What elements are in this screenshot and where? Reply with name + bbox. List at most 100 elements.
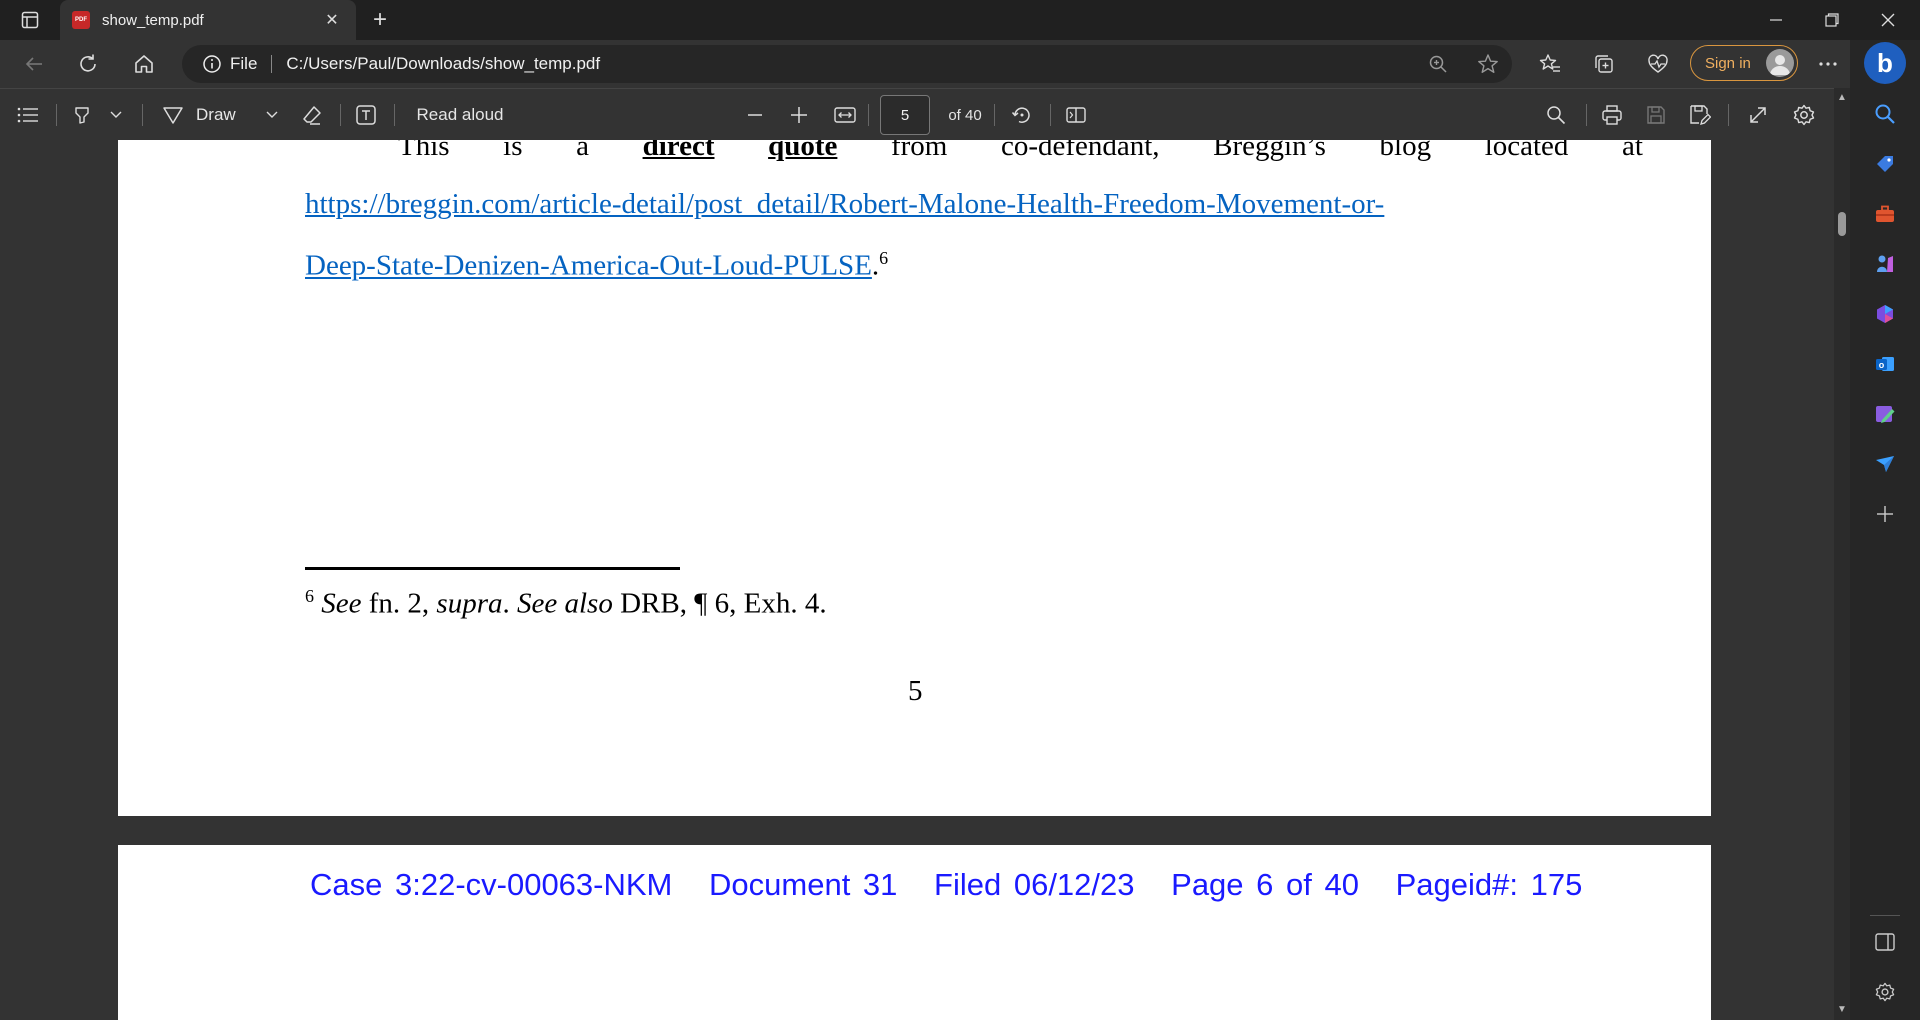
zoom-in-icon[interactable] (783, 99, 815, 131)
page-number-input[interactable]: 5 (880, 95, 930, 135)
filed-date: Filed 06/12/23 (934, 867, 1135, 902)
avatar (1766, 49, 1794, 77)
page-number: 5 (908, 675, 923, 707)
blog-link-line-1[interactable]: https://breggin.com/article-detail/post_… (305, 188, 1384, 221)
toolbar-divider (142, 104, 143, 126)
toolbar-divider (1728, 104, 1729, 126)
word: blog (1379, 140, 1432, 162)
rotate-icon[interactable] (1006, 99, 1038, 131)
zoom-out-icon[interactable] (739, 99, 771, 131)
info-icon[interactable] (202, 54, 222, 74)
settings-gear-icon[interactable] (1788, 99, 1820, 131)
page-total: of 40 (948, 106, 982, 124)
minimize-icon[interactable] (1748, 0, 1804, 40)
add-sidebar-app-icon[interactable] (1869, 498, 1901, 530)
outlook-icon[interactable]: o (1869, 348, 1901, 380)
close-window-icon[interactable] (1860, 0, 1916, 40)
footnote-see: See (321, 587, 362, 620)
sidebar-settings-icon[interactable] (1869, 976, 1901, 1008)
erase-icon[interactable] (296, 99, 328, 131)
drop-send-icon[interactable] (1869, 448, 1901, 480)
more-options-icon[interactable] (1812, 48, 1844, 80)
fit-to-width-icon[interactable] (829, 99, 861, 131)
close-tab-icon[interactable]: ✕ (320, 8, 344, 32)
footnote-see-also: See also (517, 587, 613, 620)
search-icon[interactable] (1540, 99, 1572, 131)
scrollbar-thumb[interactable] (1838, 212, 1846, 236)
blog-link-line-2[interactable]: Deep-State-Denizen-America-Out-Loud-PULS… (305, 250, 872, 282)
sidebar-divider (1870, 915, 1900, 916)
shopping-tag-icon[interactable] (1869, 148, 1901, 180)
word: from (890, 140, 948, 162)
pdf-toolbar: Draw Read aloud 5 of 40 (0, 88, 1834, 140)
vertical-scrollbar[interactable]: ▲ ▼ (1834, 88, 1850, 1020)
sign-in-label: Sign in (1705, 54, 1751, 72)
address-bar[interactable]: File C:/Users/Paul/Downloads/show_temp.p… (182, 45, 1512, 83)
word: This (398, 140, 450, 162)
scroll-up-icon[interactable]: ▲ (1834, 90, 1850, 104)
word: at (1622, 140, 1643, 162)
microsoft-365-icon[interactable] (1869, 298, 1901, 330)
home-icon[interactable] (128, 48, 160, 80)
url-text[interactable]: C:/Users/Paul/Downloads/show_temp.pdf (286, 54, 600, 74)
draw-label: Draw (196, 105, 236, 124)
favorite-star-icon[interactable] (1472, 48, 1504, 80)
pdf-file-icon: PDF (72, 11, 90, 29)
print-icon[interactable] (1596, 99, 1628, 131)
games-icon[interactable] (1869, 248, 1901, 280)
address-label: File (230, 54, 258, 73)
draw-dropdown-icon[interactable] (260, 99, 284, 131)
footnote: 6 See fn. 2, supra. See also DRB, ¶ 6, E… (305, 586, 827, 621)
restore-icon[interactable] (1804, 0, 1860, 40)
designer-icon[interactable] (1869, 398, 1901, 430)
toolbar-divider (1586, 104, 1587, 126)
tab-show-temp[interactable]: PDF show_temp.pdf ✕ (60, 0, 356, 40)
svg-text:o: o (1879, 360, 1885, 370)
hide-sidebar-icon[interactable] (1869, 926, 1901, 958)
add-text-icon[interactable] (350, 99, 382, 131)
tools-briefcase-icon[interactable] (1869, 198, 1901, 230)
footnote-reference[interactable]: 6 (879, 248, 888, 268)
draw-button[interactable]: Draw (162, 99, 252, 131)
highlight-dropdown-icon[interactable] (104, 99, 128, 131)
new-tab-icon[interactable]: + (366, 6, 394, 34)
toolbar-divider (394, 104, 395, 126)
copilot-icon[interactable]: b (1864, 42, 1906, 84)
blog-link-line-2-container: Deep-State-Denizen-America-Out-Loud-PULS… (305, 248, 888, 283)
footnote-separator (305, 567, 680, 570)
table-of-contents-icon[interactable] (12, 99, 44, 131)
footnote-number: 6 (305, 586, 314, 606)
toolbar-divider (994, 104, 995, 126)
case-number: Case 3:22-cv-00063-NKM (310, 867, 673, 902)
back-icon[interactable] (18, 48, 50, 80)
collections-icon[interactable] (1588, 48, 1620, 80)
page-view-icon[interactable] (1060, 99, 1092, 131)
read-aloud-button[interactable]: Read aloud (410, 99, 510, 131)
tab-actions-icon[interactable] (14, 8, 46, 32)
case-header: Case 3:22-cv-00063-NKM Document 31 Filed… (310, 867, 1606, 903)
page-id: Pageid#: 175 (1395, 867, 1583, 902)
address-divider (271, 55, 273, 73)
navigation-bar: File C:/Users/Paul/Downloads/show_temp.p… (0, 40, 1866, 88)
read-aloud-label: Read aloud (416, 105, 504, 124)
favorites-icon[interactable] (1534, 48, 1566, 80)
edge-sidebar: b o (1850, 40, 1920, 1020)
refresh-icon[interactable] (72, 48, 104, 80)
zoom-icon[interactable] (1422, 48, 1454, 80)
save-as-icon[interactable] (1684, 99, 1716, 131)
scroll-down-icon[interactable]: ▼ (1834, 1002, 1850, 1016)
page-of: Page 6 of 40 (1171, 867, 1359, 902)
emphasis-word: quote (768, 140, 838, 162)
sidebar-search-icon[interactable] (1869, 98, 1901, 130)
pdf-viewport[interactable]: This is a direct quote from co-defendant… (0, 140, 1834, 1020)
word: a (576, 140, 589, 162)
footnote-text: fn. 2, (361, 587, 437, 620)
body-text-line: This is a direct quote from co-defendant… (398, 140, 1643, 163)
toolbar-divider (1050, 104, 1051, 126)
browser-essentials-icon[interactable] (1642, 48, 1674, 80)
draw-icon (163, 107, 183, 124)
save-icon[interactable] (1640, 99, 1672, 131)
highlight-icon[interactable] (66, 99, 98, 131)
sign-in-button[interactable]: Sign in (1690, 45, 1798, 81)
fullscreen-icon[interactable] (1742, 99, 1774, 131)
